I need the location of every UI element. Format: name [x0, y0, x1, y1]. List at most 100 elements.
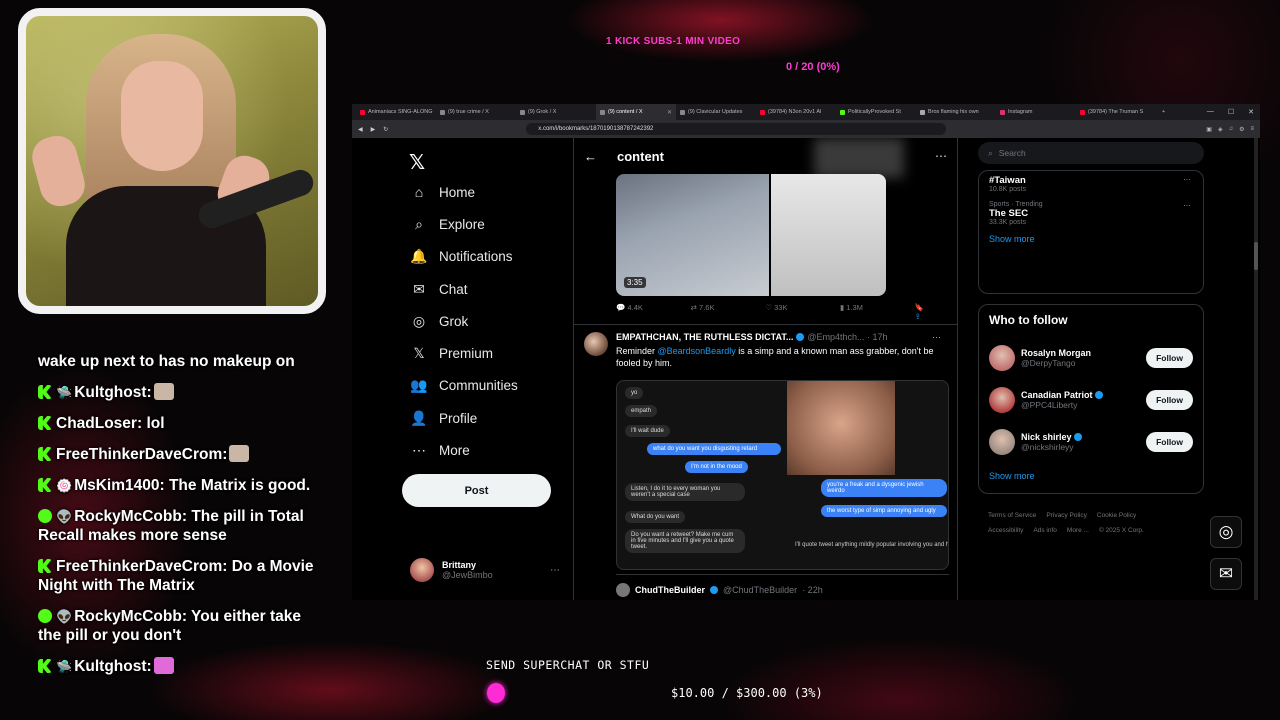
- minimize-icon[interactable]: —: [1207, 108, 1214, 116]
- nav-item-explore[interactable]: ⌕ Explore: [402, 208, 572, 240]
- follow-suggestion[interactable]: Canadian Patriot @PPC4Liberty Follow: [989, 379, 1193, 421]
- follow-name-text: Canadian Patriot: [1021, 390, 1093, 400]
- extension-icon[interactable]: ♫: [1229, 126, 1234, 133]
- x-logo-icon[interactable]: 𝕏: [409, 150, 572, 176]
- browser-tab[interactable]: (9) Clavicular Updates: [676, 104, 756, 120]
- footer-link[interactable]: Privacy Policy: [1046, 512, 1086, 519]
- video-thumbnail[interactable]: 3:35: [616, 174, 769, 296]
- footer-link[interactable]: Ads info: [1033, 527, 1057, 534]
- nav-item-premium[interactable]: 𝕏 Premium: [402, 337, 572, 369]
- footer-link[interactable]: Terms of Service: [988, 512, 1036, 519]
- more-icon[interactable]: ⋯: [550, 565, 560, 576]
- follow-name-text: Nick shirley: [1021, 432, 1072, 442]
- webcam-feed: [18, 8, 326, 314]
- close-icon[interactable]: ✕: [1248, 108, 1254, 116]
- forward-icon[interactable]: ▶: [371, 126, 376, 133]
- tab-label: PoliticallyProvoked St: [848, 109, 901, 115]
- trend-item[interactable]: #Taiwan 10.8K posts ⋯: [989, 175, 1193, 193]
- avatar: [616, 582, 630, 597]
- user-badge-icon: 👽: [56, 609, 73, 624]
- url-field[interactable]: x.com/i/bookmarks/1870190138787242392: [526, 123, 947, 135]
- back-icon[interactable]: ◀: [358, 126, 363, 133]
- new-tab-icon[interactable]: +: [1162, 109, 1165, 115]
- browser-tab[interactable]: (39784) The Truman S: [1076, 104, 1156, 120]
- extension-icon[interactable]: ◈: [1218, 126, 1223, 133]
- extension-icon[interactable]: ⚙: [1239, 126, 1244, 133]
- chat-username: Kultghost:: [74, 658, 152, 675]
- follow-suggestion[interactable]: Rosalyn Morgan @DerpyTango Follow: [989, 337, 1193, 379]
- mention-link[interactable]: @BeardsonBeardly: [658, 346, 736, 356]
- scrollbar[interactable]: [1254, 138, 1258, 600]
- who-to-follow-title: Who to follow: [989, 313, 1068, 327]
- footer-link[interactable]: © 2025 X Corp.: [1099, 527, 1144, 534]
- trends-panel: #Taiwan 10.8K posts ⋯ Sports · Trending The …: [978, 170, 1204, 294]
- bookmark-icon[interactable]: 🔖 ⇪: [915, 303, 932, 321]
- tweet-author-handle[interactable]: @Emp4thch...: [807, 332, 864, 342]
- dm-bubble: Do you want a retweet? Make me cum in fi…: [625, 529, 745, 553]
- grok-icon[interactable]: ◎: [1210, 516, 1242, 548]
- tweet-screenshot-media[interactable]: yo empath I'll wait dude what do you want y…: [616, 380, 949, 570]
- trend-item[interactable]: Sports · Trending The SEC 33.3K posts ⋯: [989, 201, 1193, 226]
- avatar[interactable]: [989, 345, 1015, 371]
- nav-item-grok[interactable]: ◎ Grok: [402, 305, 572, 337]
- views-button[interactable]: ▮ 1.3M: [840, 303, 915, 321]
- follow-suggestion[interactable]: Nick shirley @nickshirleyy Follow: [989, 421, 1193, 463]
- quote-author-name: ChudTheBuilder: [635, 584, 705, 595]
- account-switcher[interactable]: Brittany @JewBimbo ⋯: [410, 558, 560, 582]
- nav-item-profile[interactable]: 👤 Profile: [402, 402, 572, 434]
- more-icon[interactable]: ⋯: [932, 332, 941, 343]
- close-icon[interactable]: ✕: [667, 109, 672, 116]
- follow-button[interactable]: Follow: [1146, 348, 1193, 368]
- footer-link[interactable]: Cookie Policy: [1097, 512, 1136, 519]
- image-thumbnail[interactable]: [771, 174, 886, 296]
- more-icon[interactable]: ⋯: [935, 149, 947, 163]
- nav-item-notifications[interactable]: 🔔 Notifications: [402, 241, 572, 273]
- follow-button[interactable]: Follow: [1146, 390, 1193, 410]
- blurred-region: [814, 138, 904, 178]
- scrollbar-thumb[interactable]: [1254, 242, 1258, 270]
- avatar[interactable]: [989, 429, 1015, 455]
- footer-link[interactable]: Accessibility: [988, 527, 1023, 534]
- tab-favicon-icon: [760, 109, 765, 115]
- tweet-actions: 💬 4.4K ⇄ 7.6K ♡ 33K ▮ 1.3M 🔖 ⇪: [616, 303, 946, 321]
- reply-button[interactable]: 💬 4.4K: [616, 303, 691, 321]
- tweet-author-name[interactable]: EMPATHCHAN, THE RUTHLESS DICTAT...: [616, 332, 793, 342]
- nav-item-chat[interactable]: ✉ Chat: [402, 273, 572, 305]
- reload-icon[interactable]: ↻: [383, 126, 388, 133]
- more-icon[interactable]: ⋯: [1183, 201, 1191, 210]
- like-button[interactable]: ♡ 33K: [765, 303, 840, 321]
- avatar[interactable]: [989, 387, 1015, 413]
- user-badge-icon: 🛸: [56, 659, 73, 674]
- show-more-link[interactable]: Show more: [989, 234, 1193, 244]
- nav-item-home[interactable]: ⌂ Home: [402, 176, 572, 208]
- search-input[interactable]: ⌕ Search: [978, 142, 1204, 164]
- communities-icon: 👥: [410, 377, 428, 394]
- menu-icon[interactable]: ≡: [1250, 126, 1254, 133]
- dm-bubble: the worst type of simp annoying and ugly: [821, 505, 947, 517]
- back-arrow-icon[interactable]: ←: [584, 149, 597, 164]
- browser-tab[interactable]: PoliticallyProvoked St: [836, 104, 916, 120]
- tweet-media[interactable]: 3:35: [616, 174, 886, 296]
- quoted-tweet-header[interactable]: ChudTheBuilder @ChudTheBuilder · 22h: [616, 574, 949, 600]
- browser-tab[interactable]: (39784) N3on 20v1 Al: [756, 104, 836, 120]
- browser-tab[interactable]: Instagram: [996, 104, 1076, 120]
- nav-item-label: Home: [439, 184, 476, 200]
- browser-tab[interactable]: (9) Grok / X: [516, 104, 596, 120]
- browser-tab[interactable]: Animaniacs SING-ALONG: [356, 104, 436, 120]
- maximize-icon[interactable]: ☐: [1228, 108, 1234, 116]
- show-more-link[interactable]: Show more: [989, 471, 1193, 481]
- nav-item-communities[interactable]: 👥 Communities: [402, 370, 572, 402]
- post-button[interactable]: Post: [402, 474, 551, 507]
- more-icon[interactable]: ⋯: [1183, 175, 1191, 184]
- extension-icon[interactable]: ▣: [1206, 126, 1212, 133]
- nav-item-more[interactable]: ⋯ More: [402, 434, 572, 466]
- premium-icon: 𝕏: [413, 345, 425, 362]
- browser-tab[interactable]: (9) true crime / X: [436, 104, 516, 120]
- footer-link[interactable]: More ...: [1067, 527, 1089, 534]
- avatar[interactable]: [584, 332, 608, 356]
- messages-icon[interactable]: ✉: [1210, 558, 1242, 590]
- browser-tab[interactable]: (9) content / X ✕: [596, 104, 676, 120]
- browser-tab[interactable]: Bros flaming his own: [916, 104, 996, 120]
- repost-button[interactable]: ⇄ 7.6K: [691, 303, 766, 321]
- follow-button[interactable]: Follow: [1146, 432, 1193, 452]
